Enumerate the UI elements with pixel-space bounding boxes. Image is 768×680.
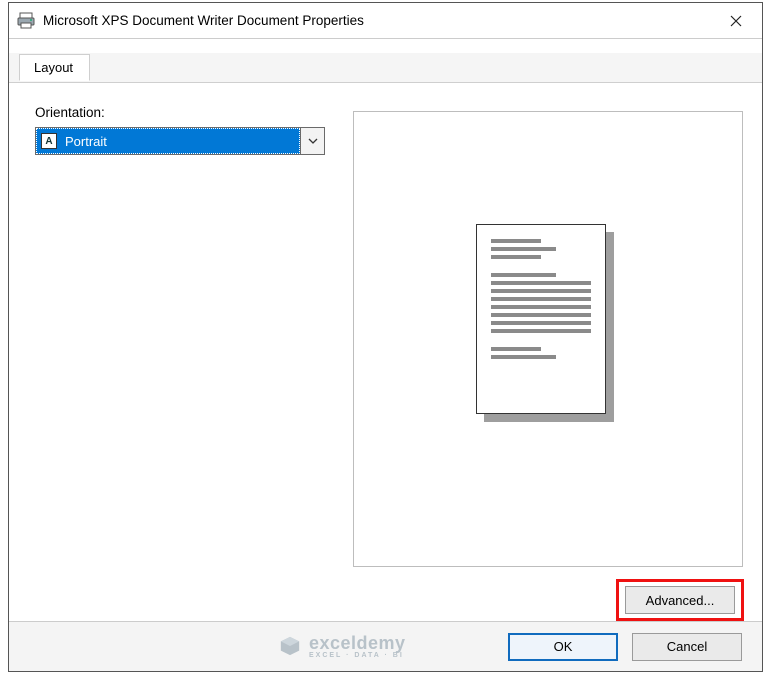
window-title: Microsoft XPS Document Writer Document P… [43, 13, 714, 28]
combobox-dropdown-button[interactable] [300, 128, 324, 154]
advanced-button[interactable]: Advanced... [625, 586, 735, 614]
dialog-footer: OK Cancel [9, 621, 762, 671]
orientation-combobox[interactable]: A Portrait [35, 127, 325, 155]
layout-panel: Orientation: A Portrait [19, 85, 752, 619]
advanced-highlight: Advanced... [616, 579, 744, 621]
printer-icon [17, 12, 35, 30]
chevron-down-icon [308, 138, 318, 144]
cancel-button[interactable]: Cancel [632, 633, 742, 661]
orientation-value: Portrait [65, 134, 107, 149]
print-preview-frame [353, 111, 743, 567]
close-icon [730, 15, 742, 27]
orientation-selected: A Portrait [36, 128, 300, 154]
orientation-label: Orientation: [35, 105, 105, 120]
tab-layout[interactable]: Layout [19, 54, 90, 81]
page-preview-icon [476, 224, 606, 414]
portrait-page-icon: A [41, 133, 57, 149]
tabstrip: Layout [9, 53, 762, 83]
dialog-window: Microsoft XPS Document Writer Document P… [8, 2, 763, 672]
ok-button[interactable]: OK [508, 633, 618, 661]
titlebar: Microsoft XPS Document Writer Document P… [9, 3, 762, 39]
close-button[interactable] [714, 6, 758, 36]
